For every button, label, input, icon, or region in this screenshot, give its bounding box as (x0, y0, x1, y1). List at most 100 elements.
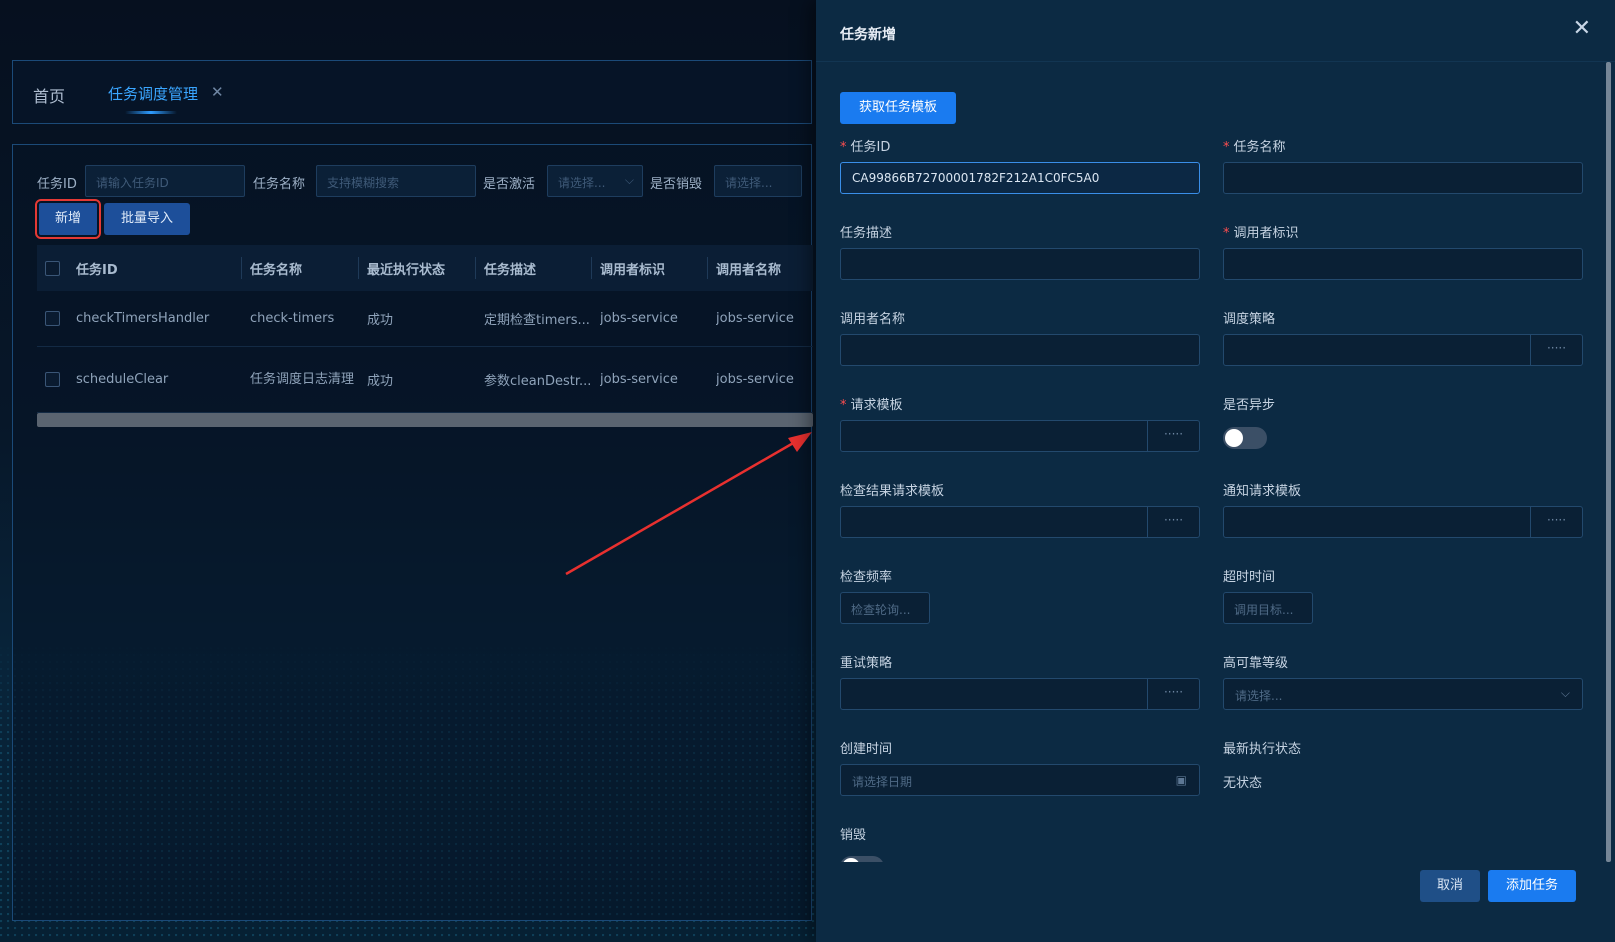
add-task-drawer: 任务新增 ✕ 获取任务模板 * 任务ID CA99866B72700001782F… (816, 0, 1615, 942)
add-task-submit-button[interactable]: 添加任务 (1488, 870, 1576, 902)
notify-template-label: 通知请求模板 (1223, 484, 1302, 499)
chevron-down-icon: ⌵ (1560, 686, 1570, 700)
chevron-down-icon: ⌵ (624, 173, 634, 187)
add-task-button[interactable]: 新增 (35, 199, 101, 239)
active-tab-indicator (125, 111, 177, 114)
created-at-label: 创建时间 (840, 742, 893, 757)
check-frequency-label: 检查频率 (840, 570, 893, 585)
more-options-icon[interactable]: ····· (1147, 679, 1199, 709)
cell-caller-name: jobs-service (716, 311, 794, 326)
cell-task-name: 任务调度日志清理 (250, 371, 354, 387)
check-result-template-label: 检查结果请求模板 (840, 484, 945, 499)
ha-level-label: 高可靠等级 (1223, 656, 1289, 671)
filter-active-placeholder: 请选择... (558, 176, 606, 190)
required-marker-icon: * (1223, 140, 1230, 155)
cell-caller-id: jobs-service (600, 372, 678, 387)
caller-id-label: * 调用者标识 (1223, 226, 1299, 241)
more-options-icon[interactable]: ····· (1147, 421, 1199, 451)
destroy-label: 销毁 (840, 828, 867, 843)
table-row[interactable]: checkTimersHandler check-timers 成功 定期检查t… (37, 291, 813, 347)
created-at-datepicker[interactable]: 请选择日期 ▣ (840, 764, 1200, 796)
more-options-icon[interactable]: ····· (1530, 335, 1582, 365)
column-header: 调用者标识 (600, 262, 666, 278)
column-divider (358, 257, 359, 279)
tab-home[interactable]: 首页 (33, 83, 65, 107)
column-header: 调用者名称 (716, 262, 782, 278)
task-description-input[interactable] (840, 248, 1200, 280)
column-divider (591, 257, 592, 279)
request-template-input[interactable]: ····· (840, 420, 1200, 452)
filter-destroyed-placeholder: 请选择... (725, 176, 773, 190)
task-id-label: * 任务ID (840, 140, 891, 155)
column-header: 任务描述 (484, 262, 537, 278)
filter-active-label: 是否激活 (483, 177, 536, 192)
cell-task-id: scheduleClear (76, 372, 169, 387)
task-name-input[interactable] (1223, 162, 1583, 194)
is-async-label: 是否异步 (1223, 398, 1276, 413)
get-task-template-button[interactable]: 获取任务模板 (840, 92, 956, 124)
select-all-checkbox[interactable] (45, 260, 60, 276)
calendar-icon: ▣ (1175, 773, 1187, 787)
check-frequency-button[interactable]: 检查轮询... (840, 592, 930, 624)
column-header: 任务名称 (250, 262, 303, 278)
is-async-toggle[interactable] (1223, 427, 1267, 449)
filter-destroyed-select[interactable]: 请选择... (714, 165, 802, 197)
row-checkbox[interactable] (45, 372, 60, 387)
tab-close-icon[interactable]: ✕ (211, 83, 224, 101)
task-id-input[interactable]: CA99866B72700001782F212A1C0FC5A0 (840, 162, 1200, 194)
retry-policy-label: 重试策略 (840, 656, 893, 671)
cell-task-name: check-timers (250, 311, 335, 326)
cell-description: 参数cleanDestr... (484, 374, 592, 389)
bulk-import-button[interactable]: 批量导入 (104, 203, 190, 235)
cancel-button[interactable]: 取消 (1420, 870, 1480, 902)
cell-description: 定期检查timers... (484, 313, 590, 328)
task-name-label: * 任务名称 (1223, 140, 1286, 155)
required-marker-icon: * (1223, 226, 1230, 241)
cell-caller-name: jobs-service (716, 372, 794, 387)
drawer-header: 任务新增 ✕ (816, 0, 1615, 62)
notify-template-input[interactable]: ····· (1223, 506, 1583, 538)
filter-task-id-input[interactable]: 请输入任务ID (85, 165, 245, 197)
row-checkbox[interactable] (45, 311, 60, 326)
filter-active-select[interactable]: 请选择... ⌵ (547, 165, 643, 197)
table-header: 任务ID 任务名称 最近执行状态 任务描述 调用者标识 调用者名称 (37, 245, 813, 291)
table-horizontal-scrollbar[interactable] (37, 413, 813, 427)
task-description-label: 任务描述 (840, 226, 893, 241)
column-divider (707, 257, 708, 279)
latest-status-value: 无状态 (1223, 776, 1263, 791)
filter-destroyed-label: 是否销毁 (650, 177, 703, 192)
column-divider (475, 257, 476, 279)
task-table: 任务ID 任务名称 最近执行状态 任务描述 调用者标识 调用者名称 checkT… (37, 245, 813, 413)
drawer-scrollbar[interactable] (1606, 62, 1611, 862)
close-icon[interactable]: ✕ (1573, 18, 1591, 40)
tab-bar: 首页 任务调度管理 ✕ (12, 60, 812, 124)
more-options-icon[interactable]: ····· (1147, 507, 1199, 537)
task-list-panel: 任务ID 请输入任务ID 任务名称 支持模糊搜索 是否激活 请选择... ⌵ 是… (12, 144, 813, 921)
cell-status: 成功 (367, 313, 394, 328)
table-row[interactable]: scheduleClear 任务调度日志清理 成功 参数cleanDestr..… (37, 347, 813, 413)
check-result-template-input[interactable]: ····· (840, 506, 1200, 538)
caller-name-input[interactable] (840, 334, 1200, 366)
required-marker-icon: * (840, 140, 847, 155)
schedule-policy-label: 调度策略 (1223, 312, 1276, 327)
column-header: 最近执行状态 (367, 262, 446, 278)
cell-caller-id: jobs-service (600, 311, 678, 326)
more-options-icon[interactable]: ····· (1530, 507, 1582, 537)
request-template-label: * 请求模板 (840, 398, 903, 413)
caller-id-input[interactable] (1223, 248, 1583, 280)
toggle-knob (1225, 429, 1243, 447)
retry-policy-input[interactable]: ····· (840, 678, 1200, 710)
filter-task-id-label: 任务ID (37, 177, 77, 192)
caller-name-label: 调用者名称 (840, 312, 906, 327)
timeout-label: 超时时间 (1223, 570, 1276, 585)
filter-task-name-input[interactable]: 支持模糊搜索 (316, 165, 476, 197)
ha-level-select[interactable]: 请选择... ⌵ (1223, 678, 1583, 710)
column-divider (241, 257, 242, 279)
filter-task-name-label: 任务名称 (253, 177, 306, 192)
latest-status-label: 最新执行状态 (1223, 742, 1302, 757)
tab-task-schedule[interactable]: 任务调度管理 (108, 83, 198, 104)
required-marker-icon: * (840, 398, 847, 413)
timeout-button[interactable]: 调用目标... (1223, 592, 1313, 624)
filter-bar: 任务ID 请输入任务ID 任务名称 支持模糊搜索 是否激活 请选择... ⌵ 是… (37, 165, 817, 197)
schedule-policy-input[interactable]: ····· (1223, 334, 1583, 366)
